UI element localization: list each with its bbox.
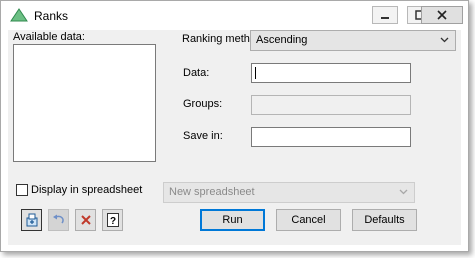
data-field[interactable] — [251, 63, 411, 83]
cancel-button[interactable]: Cancel — [276, 209, 341, 231]
undo-icon — [52, 214, 64, 224]
run-button[interactable]: Run — [200, 209, 265, 231]
undo-button[interactable] — [48, 209, 69, 231]
groups-field[interactable] — [251, 95, 411, 115]
available-data-list[interactable] — [13, 44, 156, 162]
data-label: Data: — [183, 67, 210, 79]
display-in-spreadsheet-checkbox[interactable] — [16, 184, 28, 196]
spreadsheet-select[interactable]: New spreadsheet — [163, 182, 415, 203]
app-icon — [10, 8, 28, 22]
available-data-label: Available data: — [13, 31, 85, 43]
window-title: Ranks — [34, 9, 69, 23]
minimize-icon — [381, 17, 389, 19]
ranking-method-select[interactable]: Ascending — [250, 30, 456, 51]
spreadsheet-select-value: New spreadsheet — [169, 186, 255, 198]
title-bar[interactable]: Ranks — [1, 1, 468, 30]
groups-label: Groups: — [183, 98, 223, 110]
save-in-field[interactable] — [251, 127, 411, 147]
options-button[interactable] — [21, 209, 42, 231]
ranking-method-value: Ascending — [256, 34, 308, 46]
chevron-down-icon — [440, 37, 449, 43]
save-in-label: Save in: — [183, 130, 223, 142]
minimize-button[interactable] — [372, 6, 398, 24]
help-icon: ? — [106, 213, 119, 227]
close-button[interactable] — [421, 6, 463, 24]
clear-button[interactable] — [75, 209, 96, 231]
display-in-spreadsheet-label: Display in spreadsheet — [31, 184, 143, 196]
ranks-dialog: Ranks Available data: Ranking method: As… — [0, 0, 469, 252]
options-icon — [26, 213, 37, 227]
dialog-body: Available data: Ranking method: Ascendin… — [8, 30, 461, 245]
defaults-button[interactable]: Defaults — [352, 209, 417, 231]
help-button[interactable]: ? — [102, 209, 123, 231]
text-caret — [255, 67, 256, 79]
svg-text:?: ? — [109, 216, 115, 227]
chevron-down-icon — [399, 189, 408, 195]
clear-icon — [80, 215, 91, 225]
close-icon — [437, 10, 447, 20]
